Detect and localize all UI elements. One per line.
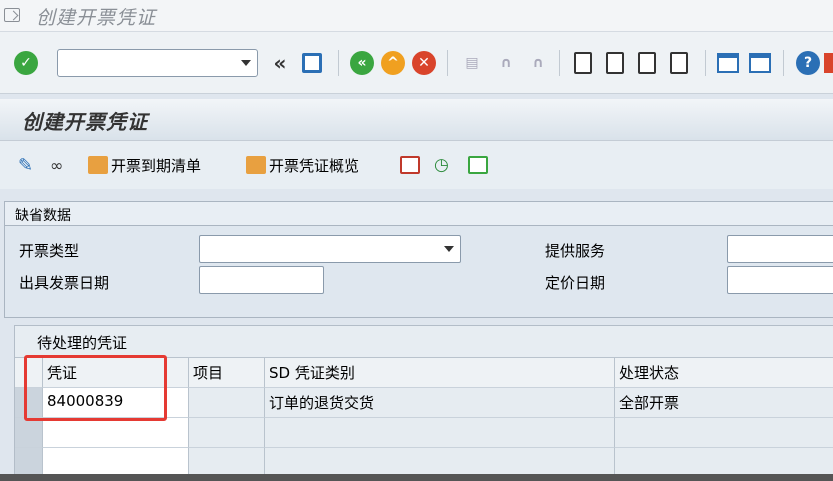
toolbar-separator — [783, 50, 784, 76]
mountain-icon — [246, 156, 266, 174]
document-cell[interactable] — [43, 418, 189, 448]
overview-label: 开票凭证概览 — [269, 156, 360, 175]
toolbar-separator — [338, 50, 339, 76]
calendar-icon[interactable] — [400, 153, 420, 177]
back-icon[interactable]: « — [350, 51, 374, 75]
pricing-date-label: 定价日期 — [545, 274, 606, 292]
exit-menu-icon[interactable] — [4, 8, 20, 22]
collapse-arrows-icon[interactable]: « — [268, 51, 292, 75]
cancel-icon[interactable]: ✕ — [412, 51, 436, 75]
shortcut-icon[interactable] — [748, 51, 772, 75]
item-cell — [189, 418, 265, 448]
item-cell — [189, 388, 265, 418]
command-field[interactable] — [57, 49, 258, 77]
next-page-icon[interactable] — [638, 52, 656, 74]
enter-check-icon[interactable]: ✓ — [14, 51, 38, 75]
customize-layout-icon[interactable] — [824, 51, 833, 75]
chevron-down-icon[interactable] — [241, 60, 251, 66]
add-list-icon[interactable] — [468, 153, 488, 177]
clock-check-icon[interactable]: ◷ — [434, 153, 449, 177]
processing-status-cell — [615, 418, 833, 448]
chevron-down-icon[interactable] — [444, 246, 454, 252]
documents-table-title: 待处理的凭证 — [15, 326, 833, 358]
pricing-date-field[interactable] — [727, 266, 833, 294]
display-glasses-icon[interactable]: ∞ — [50, 153, 63, 177]
first-page-icon[interactable] — [574, 52, 592, 74]
window-title: 创建开票凭证 — [36, 7, 157, 29]
column-header-processing-status[interactable]: 处理状态 — [615, 358, 833, 388]
find-next-icon[interactable]: ∩ — [526, 51, 550, 75]
pencil-icon[interactable]: ✎ — [18, 153, 33, 177]
services-rendered-label: 提供服务 — [545, 242, 606, 260]
window-title-bar: 创建开票凭证 — [0, 0, 833, 32]
save-icon[interactable] — [300, 51, 324, 75]
find-icon[interactable]: ∩ — [494, 51, 518, 75]
exit-icon[interactable]: ^ — [381, 51, 405, 75]
processing-status-cell: 全部开票 — [615, 388, 833, 418]
services-rendered-field[interactable] — [727, 235, 833, 263]
due-list-label: 开票到期清单 — [111, 156, 202, 175]
print-icon[interactable]: ▤ — [460, 51, 484, 75]
table-row[interactable] — [15, 418, 833, 448]
billing-date-field[interactable] — [199, 266, 324, 294]
sd-doc-category-cell: 订单的退货交货 — [265, 388, 615, 418]
last-page-icon[interactable] — [670, 52, 688, 74]
column-header-item[interactable]: 项目 — [189, 358, 265, 388]
default-data-title: 缺省数据 — [5, 202, 833, 226]
highlight-annotation-box — [24, 355, 167, 421]
billing-date-label: 出具发票日期 — [19, 274, 110, 292]
toolbar-separator — [447, 50, 448, 76]
standard-toolbar: ✓ « « ^ ✕ ▤ ∩ ∩ ? — [0, 32, 833, 94]
page-title: 创建开票凭证 — [22, 110, 148, 134]
billing-type-label: 开票类型 — [19, 242, 80, 260]
new-session-icon[interactable] — [716, 51, 740, 75]
toolbar-separator — [559, 50, 560, 76]
application-toolbar: ✎ ∞ 开票到期清单 开票凭证概览 ◷ — [0, 141, 833, 189]
billing-type-select[interactable] — [199, 235, 461, 263]
column-header-sd-doc-category[interactable]: SD 凭证类别 — [265, 358, 615, 388]
previous-page-icon[interactable] — [606, 52, 624, 74]
default-data-group: 缺省数据 开票类型 出具发票日期 提供服务 定价日期 — [4, 201, 833, 318]
overview-button[interactable]: 开票凭证概览 — [246, 153, 359, 177]
bottom-edge — [0, 474, 833, 481]
sd-doc-category-cell — [265, 418, 615, 448]
page-title-bar: 创建开票凭证 — [0, 99, 833, 141]
mountain-icon — [88, 156, 108, 174]
toolbar-separator — [705, 50, 706, 76]
row-selector[interactable] — [15, 418, 43, 448]
due-list-button[interactable]: 开票到期清单 — [88, 153, 201, 177]
help-icon[interactable]: ? — [796, 51, 820, 75]
